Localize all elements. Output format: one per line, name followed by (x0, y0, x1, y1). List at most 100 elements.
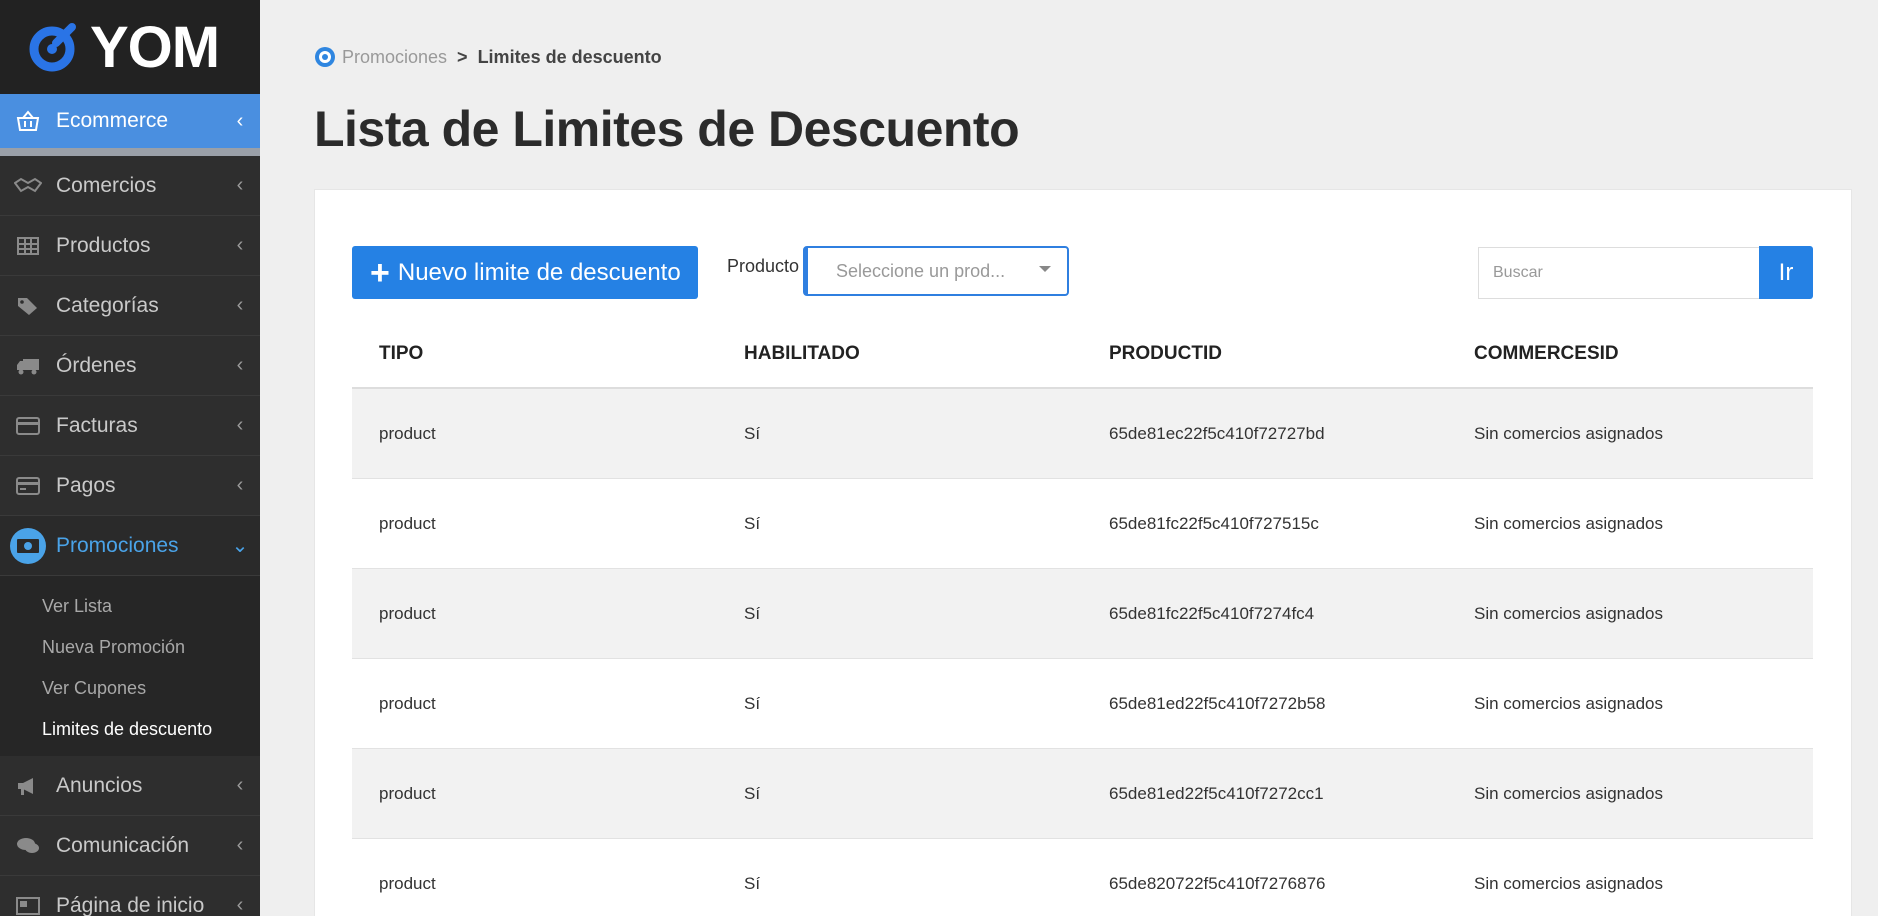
table-row[interactable]: product Sí 65de81fc22f5c410f7274fc4 Sin … (352, 569, 1813, 659)
cell-commercesid: Sin comercios asignados (1474, 873, 1663, 893)
handshake-icon (0, 177, 56, 195)
sidebar: YOM Ecommerce ‹ Comercios ‹ Productos ‹ … (0, 0, 260, 916)
new-discount-limit-label: Nuevo limite de descuento (397, 258, 681, 286)
table-header: TIPO HABILITADO PRODUCTID COMMERCESID (352, 320, 1813, 389)
cell-productid: 65de81ec22f5c410f72727bd (1109, 423, 1325, 443)
table-row[interactable]: product Sí 65de81fc22f5c410f727515c Sin … (352, 479, 1813, 569)
column-header-commercesid[interactable]: COMMERCESID (1447, 343, 1812, 365)
promociones-submenu: Ver Lista Nueva Promoción Ver Cupones Li… (0, 576, 260, 756)
chevron-left-icon: ‹ (236, 414, 244, 436)
cell-commercesid: Sin comercios asignados (1474, 603, 1663, 623)
invoice-icon (0, 416, 56, 435)
sidebar-item-label: Promociones (56, 533, 179, 557)
plus-icon: + (370, 253, 390, 292)
chevron-left-icon: ‹ (236, 474, 244, 496)
cell-tipo: product (379, 783, 436, 803)
chevron-left-icon: ‹ (236, 354, 244, 376)
megaphone-icon (0, 776, 56, 796)
credit-card-icon (0, 476, 56, 495)
truck-icon (0, 357, 56, 375)
breadcrumb: Promociones > Limites de descuento (314, 46, 662, 68)
chevron-left-icon: ‹ (236, 294, 244, 316)
product-filter-label: Producto (727, 256, 800, 276)
cell-commercesid: Sin comercios asignados (1474, 423, 1663, 443)
chevron-left-icon: ‹ (236, 174, 244, 196)
product-select[interactable]: Seleccione un prod... (803, 246, 1069, 296)
home-page-icon (0, 896, 56, 915)
product-select-placeholder: Seleccione un prod... (836, 260, 1006, 281)
sidebar-item-categorias[interactable]: Categorías ‹ (0, 276, 260, 336)
chevron-left-icon: ‹ (236, 894, 244, 916)
sidebar-item-comunicacion[interactable]: Comunicación ‹ (0, 816, 260, 876)
sidebar-item-label: Comunicación (56, 833, 190, 857)
chevron-left-icon: ‹ (236, 834, 244, 856)
table-row[interactable]: product Sí 65de820722f5c410f7276876 Sin … (352, 839, 1813, 916)
sidebar-item-label: Comercios (56, 173, 157, 197)
sidebar-item-ordenes[interactable]: Órdenes ‹ (0, 336, 260, 396)
search-input[interactable] (1478, 247, 1760, 299)
sidebar-item-comercios[interactable]: Comercios ‹ (0, 156, 260, 216)
sidebar-item-label: Anuncios (56, 773, 143, 797)
sidebar-item-label: Página de inicio (56, 893, 205, 916)
column-header-habilitado[interactable]: HABILITADO (717, 343, 1082, 365)
submenu-item-ver-cupones[interactable]: Ver Cupones (0, 668, 260, 709)
cell-tipo: product (379, 423, 436, 443)
breadcrumb-current: Limites de descuento (477, 46, 662, 67)
cell-productid: 65de820722f5c410f7276876 (1109, 873, 1326, 893)
breadcrumb-link-promociones[interactable]: Promociones (342, 47, 447, 68)
sidebar-item-pagina-de-inicio[interactable]: Página de inicio ‹ (0, 876, 260, 916)
chevron-left-icon: ‹ (236, 234, 244, 256)
sidebar-item-ecommerce[interactable]: Ecommerce ‹ (0, 94, 260, 156)
sidebar-item-label: Ecommerce (56, 109, 169, 132)
breadcrumb-separator: > (457, 46, 468, 67)
logo-mark-icon (29, 23, 76, 72)
brand-name: YOM (90, 14, 220, 80)
table-row[interactable]: product Sí 65de81ed22f5c410f7272b58 Sin … (352, 659, 1813, 749)
cell-habilitado: Sí (744, 603, 761, 623)
cell-tipo: product (379, 603, 436, 623)
grid-icon (0, 236, 56, 255)
chat-icon (0, 836, 56, 856)
caret-down-icon (1039, 266, 1051, 272)
cell-habilitado: Sí (744, 783, 761, 803)
page-title: Lista de Limites de Descuento (314, 101, 1020, 157)
sidebar-item-anuncios[interactable]: Anuncios ‹ (0, 756, 260, 816)
sidebar-item-label: Facturas (56, 413, 138, 437)
submenu-item-ver-lista[interactable]: Ver Lista (0, 586, 260, 627)
sidebar-item-label: Categorías (56, 293, 159, 317)
cell-productid: 65de81fc22f5c410f7274fc4 (1109, 603, 1315, 623)
cell-habilitado: Sí (744, 693, 761, 713)
cell-tipo: product (379, 873, 436, 893)
column-header-tipo[interactable]: TIPO (352, 343, 717, 365)
discount-limits-table: TIPO HABILITADO PRODUCTID COMMERCESID pr… (352, 320, 1813, 916)
sidebar-item-facturas[interactable]: Facturas ‹ (0, 396, 260, 456)
table-row[interactable]: product Sí 65de81ec22f5c410f72727bd Sin … (352, 389, 1813, 479)
sidebar-item-label: Órdenes (56, 353, 137, 377)
sidebar-item-productos[interactable]: Productos ‹ (0, 216, 260, 276)
cell-tipo: product (379, 693, 436, 713)
search-go-button[interactable]: Ir (1759, 246, 1813, 299)
cell-habilitado: Sí (744, 513, 761, 533)
submenu-item-limites-de-descuento[interactable]: Limites de descuento (0, 709, 260, 750)
sidebar-item-label: Pagos (56, 473, 116, 497)
sidebar-item-label: Productos (56, 233, 151, 257)
chevron-down-icon: ⌄ (231, 535, 249, 557)
money-icon (0, 527, 56, 565)
cell-productid: 65de81fc22f5c410f727515c (1109, 513, 1319, 533)
sidebar-item-promociones[interactable]: Promociones ⌄ (0, 516, 260, 576)
submenu-item-nueva-promocion[interactable]: Nueva Promoción (0, 627, 260, 668)
basket-icon (0, 110, 56, 132)
table-row[interactable]: product Sí 65de81ed22f5c410f7272cc1 Sin … (352, 749, 1813, 839)
tags-icon (0, 296, 56, 316)
new-discount-limit-button[interactable]: + Nuevo limite de descuento (352, 246, 698, 299)
logo[interactable]: YOM (0, 0, 260, 94)
sidebar-item-pagos[interactable]: Pagos ‹ (0, 456, 260, 516)
cell-commercesid: Sin comercios asignados (1474, 783, 1663, 803)
column-header-productid[interactable]: PRODUCTID (1082, 343, 1447, 365)
cell-habilitado: Sí (744, 873, 761, 893)
cell-productid: 65de81ed22f5c410f7272cc1 (1109, 783, 1324, 803)
cell-tipo: product (379, 513, 436, 533)
cell-habilitado: Sí (744, 423, 761, 443)
cell-commercesid: Sin comercios asignados (1474, 693, 1663, 713)
cell-productid: 65de81ed22f5c410f7272b58 (1109, 693, 1326, 713)
